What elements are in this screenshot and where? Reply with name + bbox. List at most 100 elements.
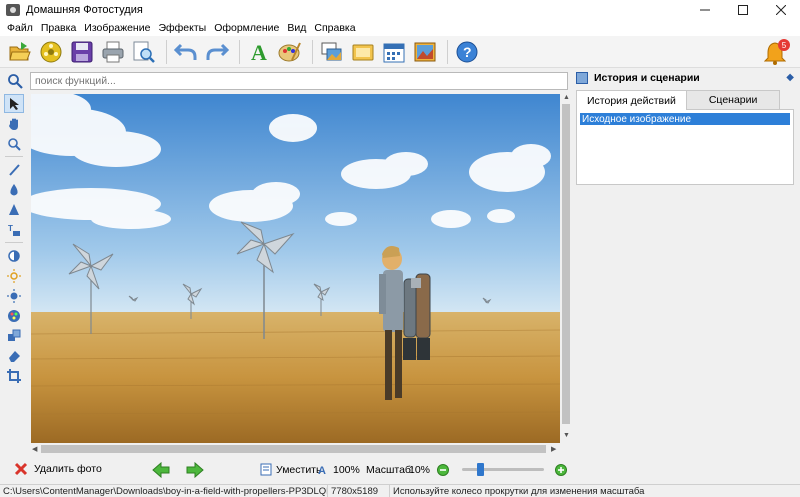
drop-icon [10, 183, 18, 195]
crop-tool[interactable] [4, 366, 24, 385]
select-icon [10, 97, 19, 110]
history-item[interactable]: Исходное изображение [580, 113, 790, 125]
clone-tool[interactable] [4, 326, 24, 345]
close-button[interactable] [762, 0, 800, 20]
zoom-slider-knob[interactable] [477, 463, 484, 476]
menu-design[interactable]: Оформление [210, 22, 283, 34]
toolbar-separator [239, 39, 240, 64]
scale-value: 10% [409, 464, 431, 476]
vertical-scroll-thumb[interactable] [562, 104, 570, 424]
menu-image[interactable]: Изображение [80, 22, 154, 34]
scroll-down-icon[interactable]: ▼ [563, 432, 570, 439]
main-toolbar: A ? 5 [0, 36, 800, 68]
search-input[interactable] [30, 72, 568, 90]
tab-history[interactable]: История действий [576, 90, 687, 110]
tool-separator [5, 156, 23, 157]
toolbar-separator [312, 39, 313, 64]
contrast-icon [8, 249, 20, 262]
contrast-tool[interactable] [4, 246, 24, 265]
undo-button[interactable] [172, 38, 200, 66]
previous-photo-button[interactable] [152, 462, 170, 478]
redo-button[interactable] [203, 38, 231, 66]
drop-tool[interactable] [4, 180, 24, 199]
sharpen-icon [9, 203, 19, 215]
calendar-button[interactable] [380, 38, 408, 66]
brush-tool[interactable] [4, 160, 24, 179]
zoom-in-button[interactable] [555, 464, 567, 476]
status-dimensions: 7780x5189 [328, 485, 390, 497]
card-button[interactable] [349, 38, 377, 66]
menu-bar: Файл Правка Изображение Эффекты Оформлен… [0, 20, 800, 36]
toolbar-separator [166, 39, 167, 64]
print-icon [102, 41, 124, 62]
zoom-in-icon [555, 464, 567, 476]
actual-size-icon: A [318, 465, 326, 476]
pin-icon[interactable]: ◆ [786, 72, 794, 83]
vertical-scrollbar[interactable]: ▲ ▼ [560, 94, 572, 443]
preview-button[interactable] [130, 38, 158, 66]
film-button[interactable] [37, 38, 65, 66]
menu-help[interactable]: Справка [310, 22, 359, 34]
brightness-icon [7, 268, 21, 283]
menu-effects[interactable]: Эффекты [154, 22, 210, 34]
horizontal-scrollbar[interactable]: ◀ ▶ [31, 443, 560, 455]
panel-title: История и сценарии [594, 72, 700, 84]
zoom-out-button[interactable] [437, 464, 449, 476]
help-button[interactable]: ? [453, 38, 481, 66]
actual-size-label: 100% [333, 463, 360, 476]
next-photo-button[interactable] [186, 462, 204, 478]
palette-icon [278, 42, 301, 61]
frame-button[interactable] [318, 38, 346, 66]
left-tool-strip: T [4, 94, 26, 444]
tab-scenarios[interactable]: Сценарии [685, 90, 781, 109]
actual-size-button[interactable]: A 100% [318, 463, 360, 477]
fit-button[interactable]: Уместить [260, 463, 321, 476]
menu-file[interactable]: Файл [3, 22, 37, 34]
image-canvas[interactable] [31, 94, 560, 443]
print-button[interactable] [99, 38, 127, 66]
select-tool[interactable] [4, 94, 24, 113]
maximize-button[interactable] [724, 0, 762, 20]
menu-view[interactable]: Вид [283, 22, 310, 34]
text-button[interactable]: A [245, 38, 273, 66]
scroll-right-icon[interactable]: ▶ [551, 445, 556, 453]
frame-icon [321, 42, 342, 60]
search-icon [4, 70, 26, 92]
function-search [0, 70, 570, 92]
collage-button[interactable] [411, 38, 439, 66]
zoom-slider[interactable] [462, 463, 544, 476]
card-icon [352, 44, 374, 60]
eraser-tool[interactable] [4, 346, 24, 365]
history-panel: История и сценарии ◆ История действий Сц… [574, 68, 800, 458]
minimize-button[interactable] [686, 0, 724, 20]
save-button[interactable] [68, 38, 96, 66]
color-icon [8, 309, 20, 322]
photo [31, 94, 560, 443]
delete-photo-label: Удалить фото [34, 463, 102, 475]
svg-text:A: A [251, 40, 267, 64]
arrow-left-icon [152, 462, 170, 478]
notifications-button[interactable]: 5 [764, 39, 790, 65]
fit-icon [260, 463, 272, 476]
undo-icon [174, 43, 197, 60]
sun-tool[interactable] [4, 286, 24, 305]
brush-icon [9, 163, 20, 176]
delete-photo-button[interactable]: Удалить фото [14, 462, 102, 476]
palette-button[interactable] [276, 38, 304, 66]
brightness-tool[interactable] [4, 266, 24, 285]
film-icon [40, 41, 62, 62]
zoom-tool[interactable] [4, 134, 24, 153]
zoom-icon [8, 137, 21, 151]
status-hint: Используйте колесо прокрутки для изменен… [393, 485, 645, 497]
menu-edit[interactable]: Правка [37, 22, 80, 34]
redo-icon [206, 43, 229, 60]
scroll-up-icon[interactable]: ▲ [563, 94, 570, 101]
calendar-icon [383, 43, 405, 62]
color-tool[interactable] [4, 306, 24, 325]
open-button[interactable] [6, 38, 34, 66]
horizontal-scroll-thumb[interactable] [41, 445, 546, 453]
text-size-tool[interactable]: T [4, 220, 24, 239]
hand-tool[interactable] [4, 114, 24, 133]
sharpen-tool[interactable] [4, 200, 24, 219]
scroll-left-icon[interactable]: ◀ [32, 445, 37, 453]
